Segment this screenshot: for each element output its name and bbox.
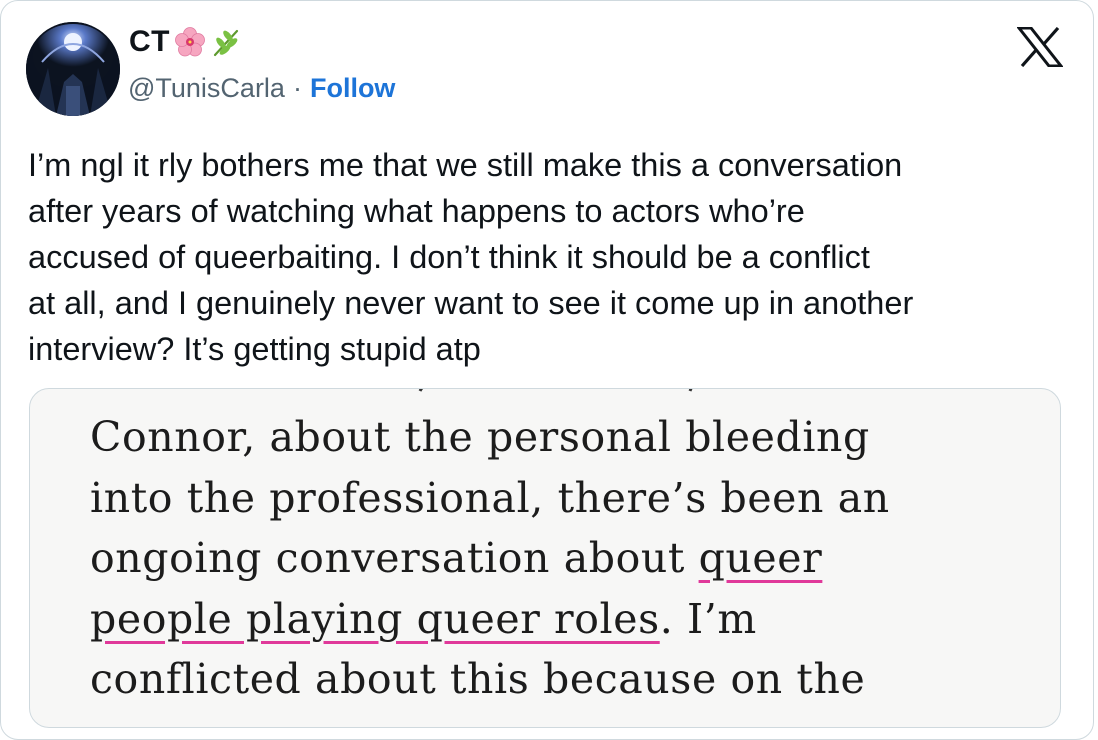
tweet-card: CT @TunisCarla · Follow I’m ngl it rly b… <box>0 0 1094 740</box>
x-logo-icon[interactable] <box>1015 26 1065 68</box>
avatar[interactable] <box>26 22 120 116</box>
tweet-text: I’m ngl it rly bothers me that we still … <box>28 142 1078 372</box>
hibiscus-icon <box>174 26 206 58</box>
article-text: . I’m <box>659 594 757 643</box>
article-line: ongoing conversation about queer <box>90 528 890 589</box>
user-handle[interactable]: @TunisCarla <box>128 73 285 104</box>
article-line: people playing queer roles. I’m <box>90 589 890 650</box>
tweet-line: I’m ngl it rly bothers me that we still … <box>28 147 903 183</box>
cropped-text-fragment <box>418 389 693 392</box>
article-excerpt: Connor, about the personal bleeding into… <box>90 407 890 710</box>
separator-dot: · <box>292 73 302 103</box>
media-image[interactable]: Connor, about the personal bleeding into… <box>29 388 1061 728</box>
highlighted-text: people playing queer roles <box>90 594 660 643</box>
follow-button[interactable]: Follow <box>310 73 395 104</box>
herb-icon <box>210 26 242 58</box>
display-name[interactable]: CT <box>129 25 170 59</box>
avatar-image <box>26 22 120 116</box>
highlighted-text: queer <box>698 534 823 582</box>
article-line: into the professional, there’s been an <box>90 473 890 522</box>
tweet-line: at all, and I genuinely never want to se… <box>28 285 914 321</box>
tweet-line: accused of queerbaiting. I don’t think i… <box>28 239 870 275</box>
article-text: ongoing conversation about <box>90 534 699 582</box>
tweet-line: interview? It’s getting stupid atp <box>28 331 481 367</box>
article-line: Connor, about the personal bleeding <box>90 413 870 461</box>
article-line: conflicted about this because on the <box>90 655 866 703</box>
tweet-line: after years of watching what happens to … <box>28 193 805 229</box>
